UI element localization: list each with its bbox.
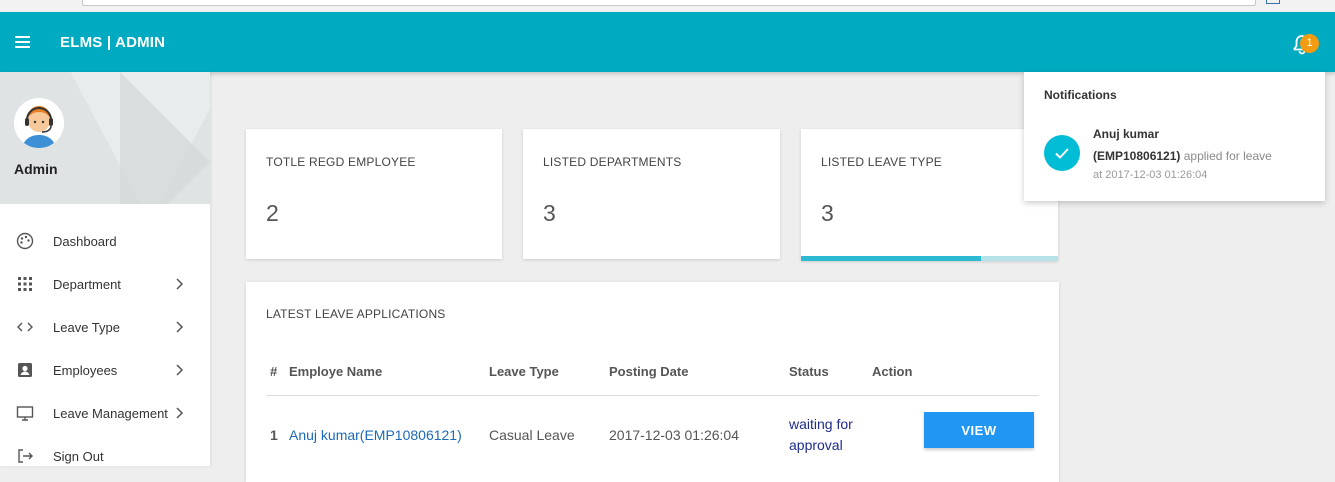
sidebar-item-label: Sign Out bbox=[53, 449, 104, 464]
palette-icon bbox=[16, 232, 34, 250]
stat-card-departments: LISTED DEPARTMENTS 3 bbox=[523, 129, 780, 259]
sidebar-item-label: Leave Management bbox=[53, 406, 168, 421]
sidebar: Admin Dashboard Department Leave Type Em… bbox=[0, 72, 210, 466]
notification-emp-id: (EMP10806121) bbox=[1093, 149, 1181, 163]
row-number: 1 bbox=[270, 427, 278, 443]
stat-card-leave-types: LISTED LEAVE TYPE 3 bbox=[801, 129, 1058, 261]
leave-type-cell: Casual Leave bbox=[489, 427, 575, 443]
column-header-number[interactable]: # bbox=[270, 364, 277, 379]
stat-title: LISTED LEAVE TYPE bbox=[821, 155, 943, 169]
sidebar-item-label: Department bbox=[53, 277, 121, 292]
column-header-status[interactable]: Status bbox=[789, 364, 829, 379]
profile-name: Admin bbox=[14, 161, 58, 177]
top-navbar: ELMS | ADMIN 1 bbox=[0, 12, 1335, 72]
sidebar-item-employees[interactable]: Employees bbox=[0, 349, 210, 392]
latest-leave-panel: LATEST LEAVE APPLICATIONS # Employe Name… bbox=[246, 282, 1059, 482]
stat-card-employees: TOTLE REGD EMPLOYEE 2 bbox=[246, 129, 502, 259]
grid-icon bbox=[16, 275, 34, 293]
sidebar-item-label: Employees bbox=[53, 363, 118, 378]
view-button[interactable]: VIEW bbox=[924, 412, 1034, 448]
notifications-title: Notifications bbox=[1044, 88, 1117, 102]
posting-date-cell: 2017-12-03 01:26:04 bbox=[609, 427, 739, 443]
sidebar-item-label: Leave Type bbox=[53, 320, 120, 335]
notification-text: Anuj kumar (EMP10806121) applied for lea… bbox=[1093, 123, 1318, 167]
column-header-leave-type[interactable]: Leave Type bbox=[489, 364, 559, 379]
profile-panel: Admin bbox=[0, 72, 210, 204]
status-line: approval bbox=[789, 437, 843, 453]
notification-message: applied for leave bbox=[1183, 149, 1272, 163]
status-cell: waiting for approval bbox=[789, 414, 853, 456]
app-title: ELMS | ADMIN bbox=[60, 34, 166, 51]
progress-fill bbox=[801, 256, 981, 261]
panel-title: LATEST LEAVE APPLICATIONS bbox=[266, 307, 446, 321]
stat-value: 2 bbox=[266, 200, 279, 226]
browser-chrome bbox=[0, 0, 1335, 12]
notification-time: at 2017-12-03 01:26:04 bbox=[1093, 169, 1208, 181]
progress-bar bbox=[801, 256, 1058, 261]
stat-title: LISTED DEPARTMENTS bbox=[543, 155, 682, 169]
exit-icon bbox=[16, 447, 34, 465]
monitor-icon bbox=[16, 404, 34, 422]
notifications-dropdown: Notifications Anuj kumar (EMP10806121) a… bbox=[1024, 72, 1325, 201]
column-header-posting-date[interactable]: Posting Date bbox=[609, 364, 688, 379]
chevron-right-icon bbox=[174, 320, 184, 334]
sidebar-item-dashboard[interactable]: Dashboard bbox=[0, 220, 210, 263]
sidebar-nav: Dashboard Department Leave Type Employee… bbox=[0, 220, 210, 478]
status-line: waiting for bbox=[789, 416, 853, 432]
chevron-right-icon bbox=[174, 363, 184, 377]
column-header-employee-name[interactable]: Employe Name bbox=[289, 364, 382, 379]
sidebar-item-leave-management[interactable]: Leave Management bbox=[0, 392, 210, 435]
sidebar-item-label: Dashboard bbox=[53, 234, 117, 249]
chevron-right-icon bbox=[174, 277, 184, 291]
avatar bbox=[14, 98, 64, 148]
sidebar-item-sign-out[interactable]: Sign Out bbox=[0, 435, 210, 478]
extension-icon[interactable] bbox=[1266, 0, 1280, 4]
stat-value: 3 bbox=[543, 200, 556, 226]
address-bar[interactable] bbox=[82, 0, 1256, 6]
stat-value: 3 bbox=[821, 200, 834, 226]
check-icon bbox=[1044, 135, 1080, 171]
table-divider bbox=[266, 395, 1039, 396]
column-header-action[interactable]: Action bbox=[872, 364, 912, 379]
chevron-right-icon bbox=[174, 406, 184, 420]
notification-name: Anuj kumar bbox=[1093, 127, 1160, 141]
notification-count-badge: 1 bbox=[1300, 34, 1319, 53]
stat-title: TOTLE REGD EMPLOYEE bbox=[266, 155, 416, 169]
code-icon bbox=[16, 318, 34, 336]
sidebar-item-leave-type[interactable]: Leave Type bbox=[0, 306, 210, 349]
hamburger-menu-icon[interactable] bbox=[15, 36, 30, 48]
sidebar-item-department[interactable]: Department bbox=[0, 263, 210, 306]
account-box-icon bbox=[16, 361, 34, 379]
employee-name-link[interactable]: Anuj kumar(EMP10806121) bbox=[289, 427, 462, 443]
